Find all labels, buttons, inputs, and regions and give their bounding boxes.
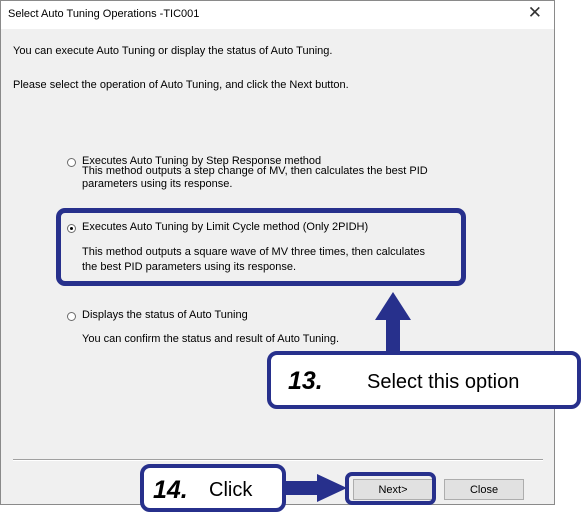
step14-number: 14. [153,476,188,504]
right-arrow-icon [286,474,347,502]
step13-text: Select this option [367,371,520,393]
next-button-highlight [345,472,436,505]
step13-number: 13. [288,367,323,395]
step14-text: Click [209,479,253,501]
step13-callout: 13. Select this option [267,351,581,409]
up-arrow-icon [375,292,411,352]
step14-callout: 14. Click [140,464,286,512]
annotation-arrows [286,292,436,505]
